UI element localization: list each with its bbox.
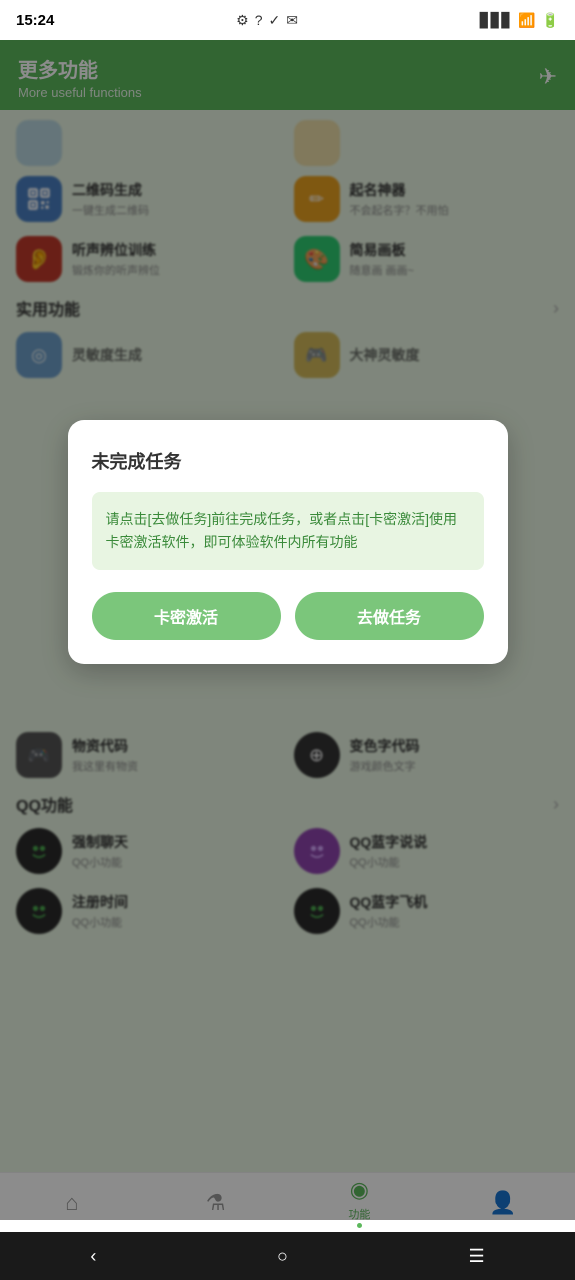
mail-icon: ✉ <box>286 12 298 29</box>
back-button[interactable]: ‹ <box>70 1238 116 1275</box>
home-button[interactable]: ○ <box>257 1238 308 1275</box>
check-icon: ✓ <box>269 12 281 29</box>
battery-icon: 🔋 <box>542 12 559 29</box>
status-right-icons: ▊▊▊ 📶 🔋 <box>480 12 559 29</box>
do-task-button[interactable]: 去做任务 <box>295 592 484 640</box>
nav-active-dot <box>357 1223 362 1228</box>
signal-icon: 📶 <box>518 12 535 29</box>
activate-button[interactable]: 卡密激活 <box>92 592 281 640</box>
status-left-icons: ⚙ ? ✓ ✉ <box>236 12 298 29</box>
menu-button[interactable]: ☰ <box>449 1238 505 1275</box>
main-background: 更多功能 More useful functions ✈ <box>0 40 575 1220</box>
system-nav-bar: ‹ ○ ☰ <box>0 1232 575 1280</box>
settings-icon: ⚙ <box>236 12 249 29</box>
status-bar: 15:24 ⚙ ? ✓ ✉ ▊▊▊ 📶 🔋 <box>0 0 575 40</box>
dialog-message: 请点击[去做任务]前往完成任务，或者点击[卡密激活]使用卡密激活软件，即可体验软… <box>106 508 470 554</box>
incomplete-task-dialog: 未完成任务 请点击[去做任务]前往完成任务，或者点击[卡密激活]使用卡密激活软件… <box>68 420 508 664</box>
wifi-icon: ▊▊▊ <box>480 12 512 29</box>
dialog-buttons: 卡密激活 去做任务 <box>92 592 484 640</box>
dialog-message-box: 请点击[去做任务]前往完成任务，或者点击[卡密激活]使用卡密激活软件，即可体验软… <box>92 492 484 570</box>
status-time: 15:24 <box>16 12 54 29</box>
question-icon: ? <box>255 12 263 28</box>
dialog-title: 未完成任务 <box>92 448 484 474</box>
